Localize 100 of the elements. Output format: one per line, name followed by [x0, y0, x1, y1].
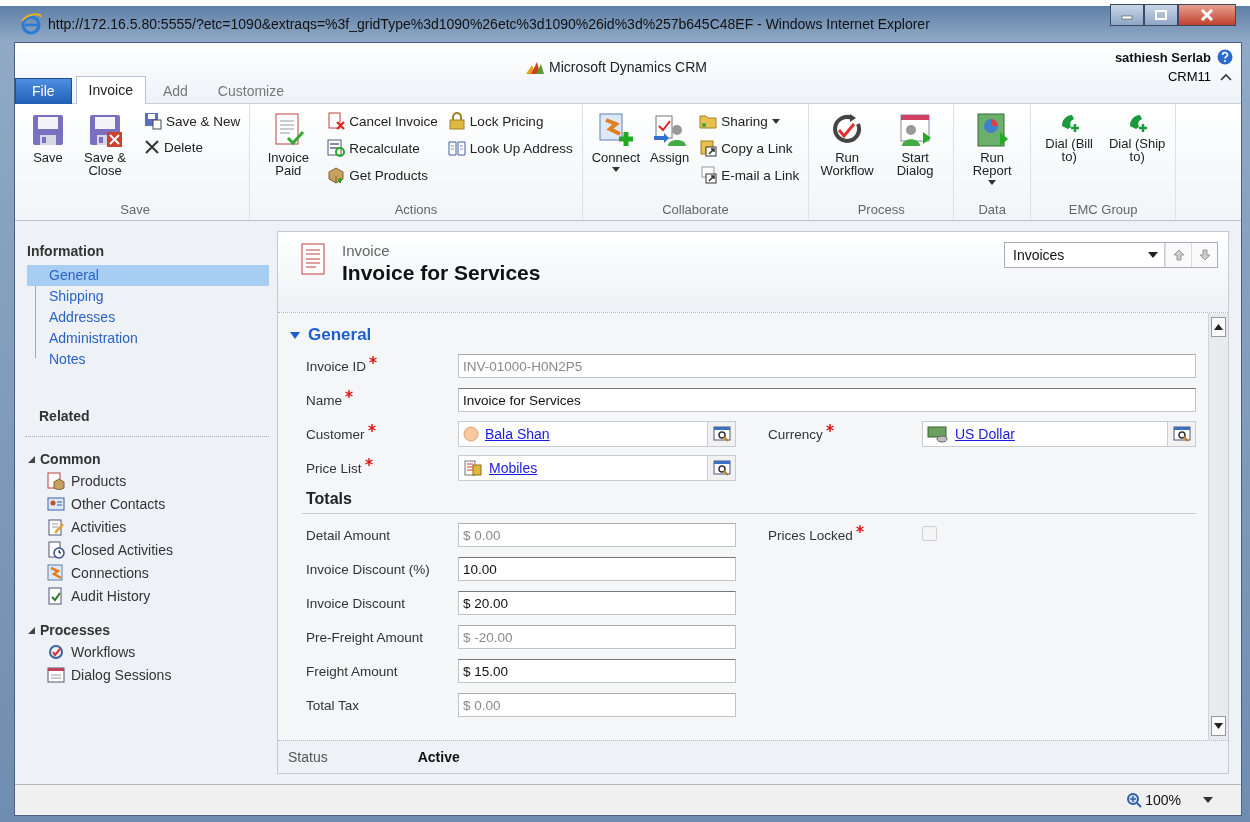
nav-item[interactable]: Administration — [27, 328, 269, 349]
link-icon — [699, 139, 718, 157]
nav-link[interactable]: Audit History — [19, 585, 151, 608]
up-triangle-icon — [1214, 324, 1223, 330]
ribbon-tab[interactable]: File — [15, 78, 72, 104]
email-link-icon — [699, 166, 718, 184]
nav-link[interactable]: Workflows — [19, 641, 136, 664]
close-button[interactable] — [1178, 4, 1236, 26]
close-icon — [1201, 9, 1213, 21]
ribbon-button[interactable]: Invoice Paid — [256, 110, 321, 198]
nav-link[interactable]: Activities — [19, 516, 127, 539]
lookup-button[interactable] — [707, 422, 735, 446]
ribbon-button[interactable]: Run Report — [960, 110, 1025, 198]
window-title: http://172.16.5.80:5555/?etc=1090&extraqs=%3f_gridType%3d1090%26etc%3d1090%26id%3d%257b645C48EF - Windows Internet Explorer — [48, 16, 931, 32]
user-name: sathiesh Serlab — [1114, 49, 1211, 65]
field-label: Prices Locked — [768, 527, 853, 543]
nav-link[interactable]: Products — [19, 470, 127, 493]
ribbon-button[interactable]: Recalculate — [324, 137, 441, 159]
text-field[interactable]: 10.00 — [458, 557, 736, 581]
nav-link[interactable]: Closed Activities — [19, 539, 173, 562]
record-link[interactable]: US Dollar — [955, 426, 1161, 442]
ribbon-button[interactable]: Dial (Bill to) — [1037, 110, 1102, 198]
connect-icon — [597, 112, 634, 148]
ribbon-tab[interactable]: Customize — [204, 77, 297, 104]
zoom-icon — [1126, 792, 1143, 808]
nav-item[interactable]: Shipping — [27, 286, 269, 307]
lookup-field[interactable]: Bala Shan — [458, 421, 736, 447]
down-arrow-icon — [1198, 249, 1211, 261]
search-icon — [712, 460, 731, 476]
ribbon-button[interactable]: Save & New — [141, 110, 244, 132]
field-label: Total Tax — [306, 697, 360, 713]
assign-icon — [651, 112, 688, 148]
book-icon — [447, 139, 466, 157]
contact-card-icon — [47, 495, 65, 513]
text-field[interactable]: Invoice for Services — [458, 388, 1196, 412]
nav-item[interactable]: General — [27, 265, 269, 286]
ribbon-button[interactable]: Look Up Address — [444, 137, 576, 159]
ribbon-group-label: Collaborate — [661, 200, 730, 219]
record-link[interactable]: Mobiles — [489, 460, 701, 476]
ribbon-button[interactable]: Start Dialog — [883, 110, 948, 198]
minimize-button[interactable] — [1110, 4, 1144, 26]
lookup-field[interactable]: US Dollar — [922, 421, 1196, 447]
nav-item[interactable]: Notes — [27, 349, 269, 370]
ribbon-group-label: Actions — [393, 200, 439, 219]
ribbon-button[interactable]: E-mail a Link — [696, 164, 803, 186]
nav-group-heading[interactable]: Common — [40, 451, 101, 467]
up-arrow-icon — [1172, 249, 1185, 261]
maximize-icon — [1155, 10, 1167, 20]
scroll-up-button[interactable] — [1211, 317, 1226, 337]
ribbon-group-label: Save — [119, 200, 151, 219]
lock-icon — [447, 112, 466, 130]
ribbon-group-label: Process — [856, 200, 906, 219]
help-icon — [1217, 49, 1233, 65]
nav-link[interactable]: Other Contacts — [19, 493, 166, 516]
caret-icon — [1203, 797, 1213, 803]
box-icon — [47, 472, 65, 490]
ribbon-tab[interactable]: Add — [149, 77, 201, 104]
calculator-icon — [327, 139, 346, 157]
field-label: Name — [306, 392, 342, 408]
search-icon — [1172, 426, 1191, 442]
dialog-icon — [47, 666, 65, 684]
field-label: Customer — [306, 426, 365, 442]
text-field[interactable]: $ 15.00 — [458, 659, 736, 683]
person-icon — [463, 426, 479, 442]
lookup-field[interactable]: Mobiles — [458, 455, 736, 481]
ribbon-tab[interactable]: Invoice — [75, 76, 146, 104]
scroll-down-button[interactable] — [1211, 716, 1226, 736]
ribbon-button[interactable]: Save — [27, 110, 69, 198]
nav-link[interactable]: Connections — [19, 562, 149, 585]
field-label: Currency — [768, 426, 823, 442]
ribbon-button[interactable]: Lock Pricing — [444, 110, 576, 132]
maximize-button[interactable] — [1144, 4, 1178, 26]
text-field[interactable]: $ 20.00 — [458, 591, 736, 615]
ribbon-button[interactable]: Copy a Link — [696, 137, 803, 159]
ribbon-group-label: Data — [977, 200, 1007, 219]
nav-group-heading[interactable]: Processes — [40, 622, 111, 638]
nav-item[interactable]: Addresses — [27, 307, 269, 328]
ribbon-button[interactable]: Cancel Invoice — [324, 110, 441, 132]
connect-icon — [47, 564, 65, 582]
search-icon — [712, 426, 731, 442]
ribbon-button[interactable]: Dial (Ship to) — [1105, 110, 1170, 198]
folder-icon — [699, 112, 718, 130]
zoom-button[interactable]: 100% — [1122, 790, 1185, 810]
record-title: Invoice for Services — [342, 261, 542, 285]
nav-link[interactable]: Dialog Sessions — [19, 664, 172, 687]
record-link[interactable]: Bala Shan — [485, 426, 701, 442]
lookup-button[interactable] — [707, 456, 735, 480]
section-heading[interactable]: General — [308, 325, 372, 345]
floppy-disk-icon — [144, 112, 162, 130]
ribbon-button[interactable]: Assign — [647, 110, 693, 198]
box-icon — [327, 166, 346, 184]
ribbon-button[interactable]: Delete — [141, 137, 244, 157]
lookup-button[interactable] — [1167, 422, 1195, 446]
ribbon-button[interactable]: Get Products — [324, 164, 441, 186]
ribbon-button[interactable]: Save & Close — [73, 110, 137, 198]
ribbon-button[interactable]: Connect — [588, 110, 644, 198]
ribbon-button[interactable]: Run Workflow — [815, 110, 880, 198]
nav-heading: Related — [39, 408, 91, 426]
ribbon-button[interactable]: Sharing — [696, 110, 803, 132]
document-x-icon — [327, 112, 346, 130]
